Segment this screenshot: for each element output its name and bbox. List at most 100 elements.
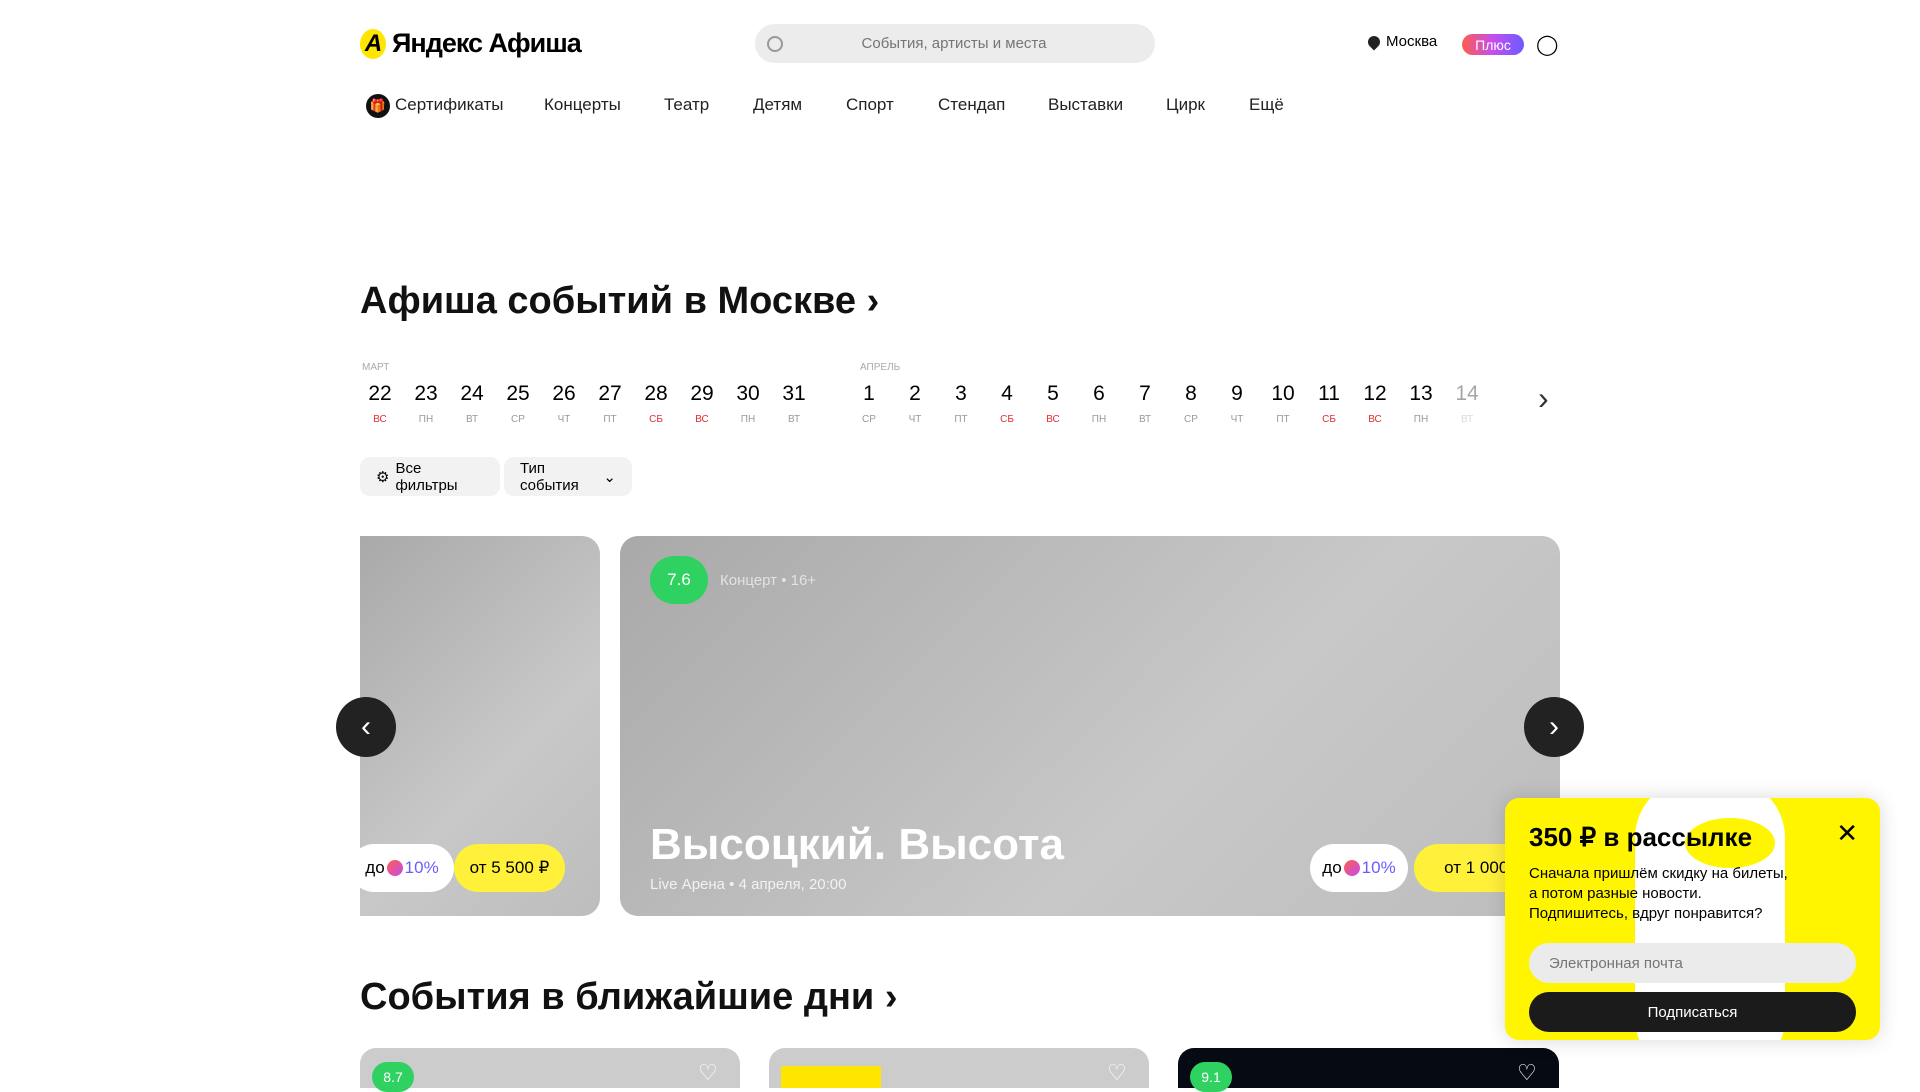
calendar-day[interactable]: 11 СБ bbox=[1309, 382, 1349, 425]
weekday-label: ВТ bbox=[1460, 414, 1474, 425]
day-number: 1 bbox=[863, 382, 875, 405]
plus-icon bbox=[1343, 860, 1360, 876]
month-label: АПРЕЛЬ bbox=[860, 362, 901, 373]
nav-sport[interactable]: Спорт bbox=[846, 95, 894, 115]
nav-theatre[interactable]: Театр bbox=[664, 95, 709, 115]
weekday-label: ВС bbox=[373, 414, 387, 425]
nav-certificates[interactable]: Сертификаты bbox=[395, 95, 503, 115]
event-card[interactable]: 9.1 bbox=[1178, 1048, 1559, 1092]
subscribe-button[interactable]: Подписаться bbox=[1529, 992, 1856, 1032]
calendar-day[interactable]: 22 ВС bbox=[360, 382, 400, 425]
calendar-day[interactable]: 14 ВТ bbox=[1447, 382, 1487, 425]
rating-badge: 8.7 bbox=[372, 1062, 414, 1092]
calendar-day[interactable]: 31 ВТ bbox=[774, 382, 814, 425]
day-number: 22 bbox=[368, 382, 392, 405]
favorite-heart-icon[interactable]: ♡ bbox=[1107, 1060, 1127, 1086]
day-number: 10 bbox=[1271, 382, 1295, 405]
day-number: 30 bbox=[736, 382, 760, 405]
calendar-next-arrow[interactable]: › bbox=[1538, 380, 1549, 417]
calendar-day[interactable]: 5 ВС bbox=[1033, 382, 1073, 425]
weekday-label: СБ bbox=[649, 414, 663, 425]
event-card[interactable]: 8.7 bbox=[360, 1048, 740, 1092]
event-meta: Концерт • 16+ bbox=[720, 572, 817, 589]
weekday-label: ПН bbox=[740, 414, 756, 425]
day-number: 2 bbox=[909, 382, 921, 405]
weekday-label: ВС bbox=[1368, 414, 1382, 425]
filters-icon: ⚙ bbox=[376, 468, 390, 486]
weekday-label: ПН bbox=[418, 414, 434, 425]
calendar-day[interactable]: 29 ВС bbox=[682, 382, 722, 425]
event-title: Высоцкий. Высота bbox=[650, 820, 1064, 869]
day-number: 11 bbox=[1318, 382, 1340, 405]
calendar-day[interactable]: 30 ПН bbox=[728, 382, 768, 425]
calendar-day[interactable]: 26 ЧТ bbox=[544, 382, 584, 425]
nav-more[interactable]: Ещё bbox=[1249, 95, 1284, 115]
day-number: 23 bbox=[414, 382, 438, 405]
weekday-label: СБ bbox=[1000, 414, 1014, 425]
calendar-day[interactable]: 6 ПН bbox=[1079, 382, 1119, 425]
city-selector[interactable]: Москва bbox=[1365, 33, 1437, 50]
calendar-day[interactable]: 27 ПТ bbox=[590, 382, 630, 425]
email-input[interactable] bbox=[1529, 943, 1856, 983]
event-type-dropdown[interactable]: Тип события ⌄ bbox=[504, 457, 632, 496]
user-icon[interactable]: ◯ bbox=[1536, 32, 1558, 57]
nav-standup[interactable]: Стендап bbox=[938, 95, 1005, 115]
close-icon[interactable]: ✕ bbox=[1836, 818, 1858, 849]
nav-exhibitions[interactable]: Выставки bbox=[1048, 95, 1123, 115]
category-nav: Сертификаты Концерты Театр Детям Спорт С… bbox=[0, 93, 1920, 119]
event-card-main[interactable]: 7.6 Концерт • 16+ Высоцкий. Высота Live … bbox=[620, 536, 1560, 916]
calendar-day[interactable]: 4 СБ bbox=[987, 382, 1027, 425]
calendar-day[interactable]: 12 ВС bbox=[1355, 382, 1395, 425]
carousel-next-button[interactable]: › bbox=[1524, 697, 1584, 757]
section-title-upcoming[interactable]: События в ближайшие дни › bbox=[360, 976, 898, 1019]
day-number: 14 bbox=[1455, 382, 1479, 405]
nav-circus[interactable]: Цирк bbox=[1166, 95, 1205, 115]
weekday-label: ПТ bbox=[954, 414, 968, 425]
favorite-heart-icon[interactable]: ♡ bbox=[1517, 1060, 1537, 1086]
day-number: 8 bbox=[1185, 382, 1197, 405]
day-number: 3 bbox=[955, 382, 967, 405]
weekday-label: СБ bbox=[1322, 414, 1336, 425]
price-button[interactable]: от 5 500 ₽ bbox=[454, 844, 565, 892]
calendar-day[interactable]: 2 ЧТ bbox=[895, 382, 935, 425]
calendar-day[interactable]: 7 ВТ bbox=[1125, 382, 1165, 425]
calendar-day[interactable]: 1 СР bbox=[849, 382, 889, 425]
weekday-label: ВТ bbox=[1138, 414, 1152, 425]
calendar-day[interactable]: 25 СР bbox=[498, 382, 538, 425]
day-number: 9 bbox=[1231, 382, 1243, 405]
weekday-label: ВТ bbox=[465, 414, 479, 425]
nav-concerts[interactable]: Концерты bbox=[544, 95, 621, 115]
calendar-day[interactable]: 3 ПТ bbox=[941, 382, 981, 425]
calendar-day[interactable]: 8 СР bbox=[1171, 382, 1211, 425]
rating-badge: 9.1 bbox=[1190, 1062, 1232, 1092]
month-label: МАРТ bbox=[362, 362, 390, 373]
all-filters-button[interactable]: ⚙ Все фильтры bbox=[360, 457, 500, 496]
event-card[interactable] bbox=[769, 1048, 1149, 1088]
section-title-afisha[interactable]: Афиша событий в Москве › bbox=[360, 280, 879, 323]
day-number: 29 bbox=[690, 382, 714, 405]
calendar-day[interactable]: 13 ПН bbox=[1401, 382, 1441, 425]
calendar-day[interactable]: 9 ЧТ bbox=[1217, 382, 1257, 425]
favorite-heart-icon[interactable]: ♡ bbox=[698, 1060, 718, 1086]
day-number: 25 bbox=[506, 382, 530, 405]
search-box[interactable] bbox=[755, 24, 1155, 63]
calendar-day[interactable]: 28 СБ bbox=[636, 382, 676, 425]
calendar-day[interactable]: 10 ПТ bbox=[1263, 382, 1303, 425]
afisha-logo-icon: A bbox=[360, 28, 386, 59]
logo[interactable]: A Яндекс Афиша bbox=[360, 28, 582, 59]
location-pin-icon bbox=[1365, 33, 1383, 50]
plus-badge[interactable]: Плюс bbox=[1462, 34, 1524, 55]
weekday-label: СР bbox=[862, 414, 876, 425]
calendar-day[interactable]: 23 ПН bbox=[406, 382, 446, 425]
weekday-label: ПН bbox=[1091, 414, 1107, 425]
calendar-day[interactable]: 24 ВТ bbox=[452, 382, 492, 425]
weekday-label: ВС bbox=[1046, 414, 1060, 425]
nav-kids[interactable]: Детям bbox=[753, 95, 802, 115]
search-input[interactable] bbox=[783, 35, 1125, 52]
weekday-label: СР bbox=[1184, 414, 1198, 425]
carousel-prev-button[interactable]: ‹ bbox=[336, 697, 396, 757]
day-number: 24 bbox=[460, 382, 484, 405]
day-number: 6 bbox=[1093, 382, 1105, 405]
event-card-left[interactable]: до 10% от 5 500 ₽ bbox=[360, 536, 600, 916]
day-number: 27 bbox=[598, 382, 622, 405]
